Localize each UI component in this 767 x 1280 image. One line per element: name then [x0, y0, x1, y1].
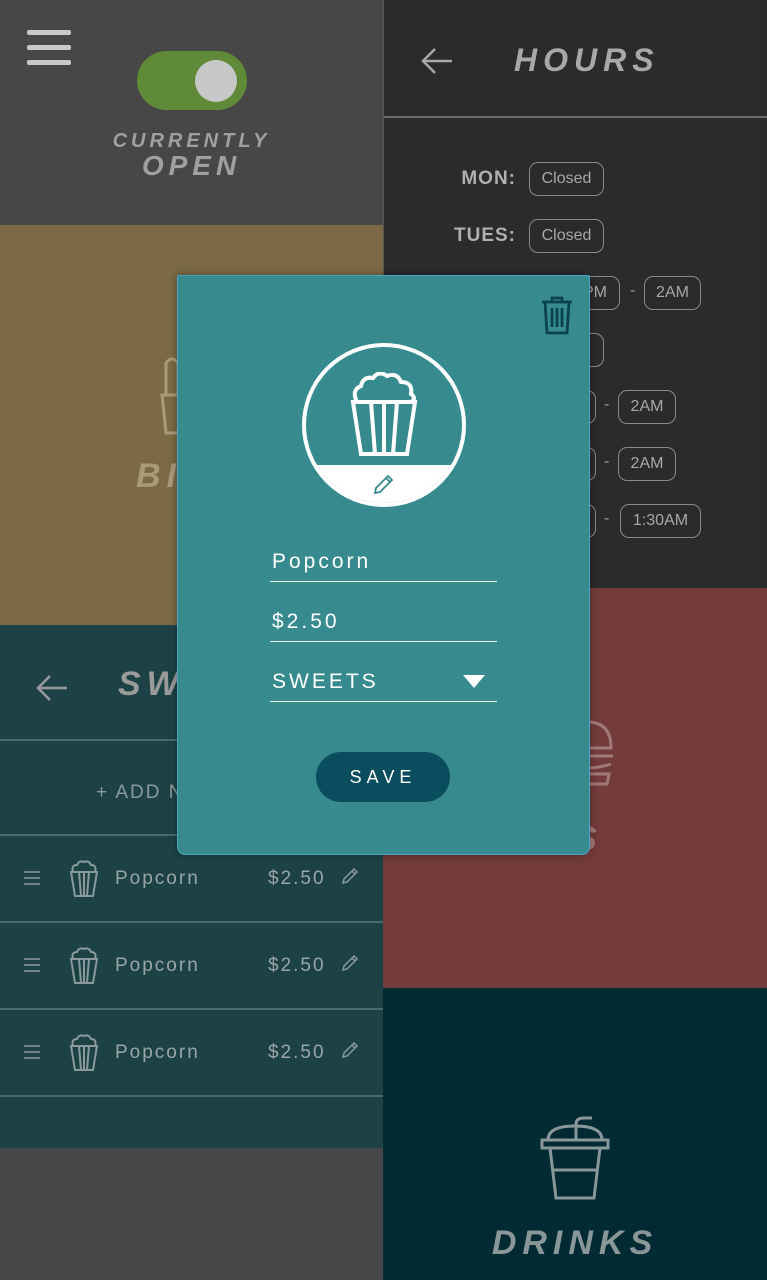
hours-row-tues: TUES: Closed	[384, 219, 767, 253]
item-price-value: $2.50	[272, 610, 340, 633]
save-button[interactable]: SAVE	[316, 752, 450, 802]
item-name: Popcorn	[115, 868, 200, 889]
drink-cup-icon	[540, 1116, 610, 1200]
open-toggle[interactable]	[137, 51, 247, 110]
item-name-field[interactable]: Popcorn	[270, 538, 497, 582]
back-arrow-icon[interactable]	[420, 44, 454, 78]
close-time-pill[interactable]: 2AM	[644, 276, 701, 310]
item-name: Popcorn	[115, 955, 200, 976]
open-time-pill[interactable]: Closed	[529, 219, 604, 253]
drag-handle-icon[interactable]	[24, 871, 40, 885]
status-value: OPEN	[141, 150, 242, 181]
item-name-value: Popcorn	[272, 550, 372, 573]
close-time-pill[interactable]: 2AM	[618, 390, 676, 424]
item-image-picker[interactable]	[302, 343, 466, 507]
toggle-knob	[195, 60, 237, 102]
status-panel: CURRENTLY OPEN	[0, 0, 383, 225]
close-time-pill[interactable]: 1:30AM	[620, 504, 701, 538]
day-label: TUES:	[454, 225, 516, 246]
trash-icon[interactable]	[541, 295, 573, 335]
edit-item-modal: Popcorn $2.50 SWEETS SAVE	[177, 275, 590, 855]
sweets-title: SW	[118, 665, 185, 703]
hours-row-mon: MON: Closed	[384, 162, 767, 196]
hours-title: HOURS	[514, 42, 660, 78]
edit-pencil-icon[interactable]	[341, 954, 359, 972]
time-dash: -	[604, 510, 610, 527]
divider	[0, 1095, 383, 1097]
open-time-pill[interactable]: Closed	[529, 162, 604, 196]
category-value: SWEETS	[272, 670, 379, 693]
item-price: $2.50	[268, 955, 326, 976]
popcorn-icon	[69, 860, 99, 897]
item-price: $2.50	[268, 868, 326, 889]
edit-pencil-icon[interactable]	[341, 1041, 359, 1059]
menu-icon[interactable]	[27, 30, 71, 66]
list-item[interactable]: Popcorn $2.50	[0, 1009, 383, 1096]
hours-divider	[384, 116, 767, 118]
popcorn-icon	[69, 1034, 99, 1071]
time-dash: -	[604, 453, 610, 470]
back-arrow-icon[interactable]	[35, 671, 69, 705]
bites-label: BI	[136, 457, 182, 495]
drinks-category-tile[interactable]: DRINKS	[383, 988, 767, 1280]
close-time-pill[interactable]: 2AM	[618, 447, 676, 481]
item-name: Popcorn	[115, 1042, 200, 1063]
edit-pencil-icon[interactable]	[373, 473, 395, 495]
add-new-item-button[interactable]: + ADD N	[96, 782, 184, 804]
popcorn-icon	[69, 947, 99, 984]
popcorn-icon	[350, 372, 418, 456]
category-dropdown[interactable]: SWEETS	[270, 658, 497, 702]
drag-handle-icon[interactable]	[24, 958, 40, 972]
item-price-field[interactable]: $2.50	[270, 598, 497, 642]
time-dash: -	[604, 396, 610, 413]
edit-pencil-icon[interactable]	[341, 867, 359, 885]
list-item[interactable]: Popcorn $2.50	[0, 922, 383, 1009]
day-label: MON:	[461, 168, 516, 189]
item-price: $2.50	[268, 1042, 326, 1063]
empty-tile	[0, 1148, 383, 1280]
time-dash: -	[630, 282, 636, 299]
drinks-label: DRINKS	[491, 1224, 659, 1262]
dropdown-caret-icon[interactable]	[463, 675, 485, 688]
drag-handle-icon[interactable]	[24, 1045, 40, 1059]
